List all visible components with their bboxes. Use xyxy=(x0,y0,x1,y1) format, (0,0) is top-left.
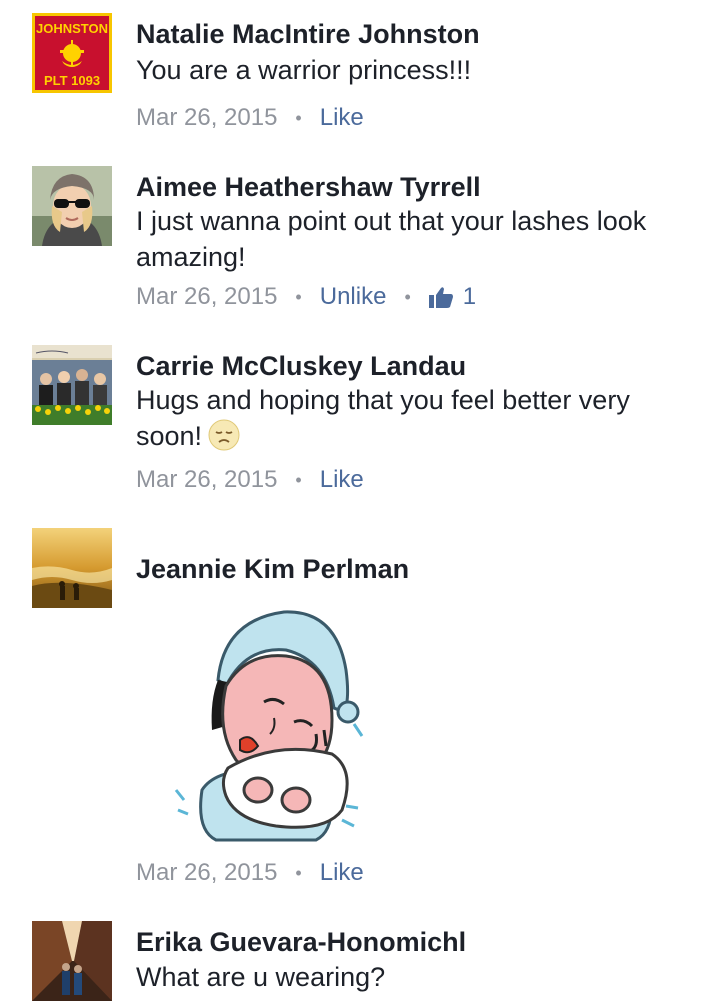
comment-text: What are u wearing? xyxy=(136,962,386,992)
marine-corps-logo: JOHNSTON PLT 1093 xyxy=(32,13,112,93)
comment-meta: Mar 26, 2015 • Like xyxy=(136,103,364,133)
comment-timestamp[interactable]: Mar 26, 2015 xyxy=(136,465,277,495)
comment-author[interactable]: Aimee Heathershaw Tyrrell xyxy=(136,171,481,203)
comment-author[interactable]: Natalie MacIntire Johnston xyxy=(136,18,480,50)
avatar[interactable] xyxy=(32,528,112,608)
sick-person-sticker[interactable] xyxy=(166,600,371,845)
comment-author[interactable]: Erika Guevara-Honomichl xyxy=(136,926,466,958)
comment-timestamp[interactable]: Mar 26, 2015 xyxy=(136,282,277,312)
like-button[interactable]: Like xyxy=(320,465,364,495)
comment-text: I just wanna point out that your lashes … xyxy=(136,206,647,272)
like-count-value: 1 xyxy=(462,283,477,310)
profile-photo xyxy=(32,166,112,246)
separator-dot: • xyxy=(404,287,411,307)
like-button[interactable]: Like xyxy=(320,858,364,888)
comment-meta: Mar 26, 2015 • Unlike • 1 xyxy=(136,282,476,312)
comment-text: You are a warrior princess!!! xyxy=(136,55,472,85)
disappointed-face-icon xyxy=(208,419,240,451)
comment-author[interactable]: Jeannie Kim Perlman xyxy=(136,553,409,585)
profile-photo xyxy=(32,345,112,425)
separator-dot: • xyxy=(295,108,302,128)
like-count[interactable]: 1 xyxy=(428,282,477,312)
logo-top-text: JOHNSTON xyxy=(36,21,108,36)
comment-meta: Mar 26, 2015 • Like xyxy=(136,465,364,495)
avatar[interactable] xyxy=(32,921,112,1001)
comment-meta: Mar 26, 2015 • Like xyxy=(136,858,364,888)
unlike-button[interactable]: Unlike xyxy=(320,282,387,312)
logo-bottom-text: PLT 1093 xyxy=(44,73,100,88)
profile-photo xyxy=(32,528,112,608)
like-button[interactable]: Like xyxy=(320,103,364,133)
comment-author[interactable]: Carrie McCluskey Landau xyxy=(136,350,466,382)
separator-dot: • xyxy=(295,863,302,883)
avatar[interactable]: JOHNSTON PLT 1093 xyxy=(32,13,112,93)
comment-timestamp[interactable]: Mar 26, 2015 xyxy=(136,103,277,133)
profile-photo xyxy=(32,921,112,1001)
separator-dot: • xyxy=(295,287,302,307)
comment-text: Hugs and hoping that you feel better ver… xyxy=(136,382,696,454)
avatar[interactable] xyxy=(32,345,112,425)
separator-dot: • xyxy=(295,470,302,490)
thumbs-up-icon xyxy=(428,287,453,308)
comment-timestamp[interactable]: Mar 26, 2015 xyxy=(136,858,277,888)
avatar[interactable] xyxy=(32,166,112,246)
